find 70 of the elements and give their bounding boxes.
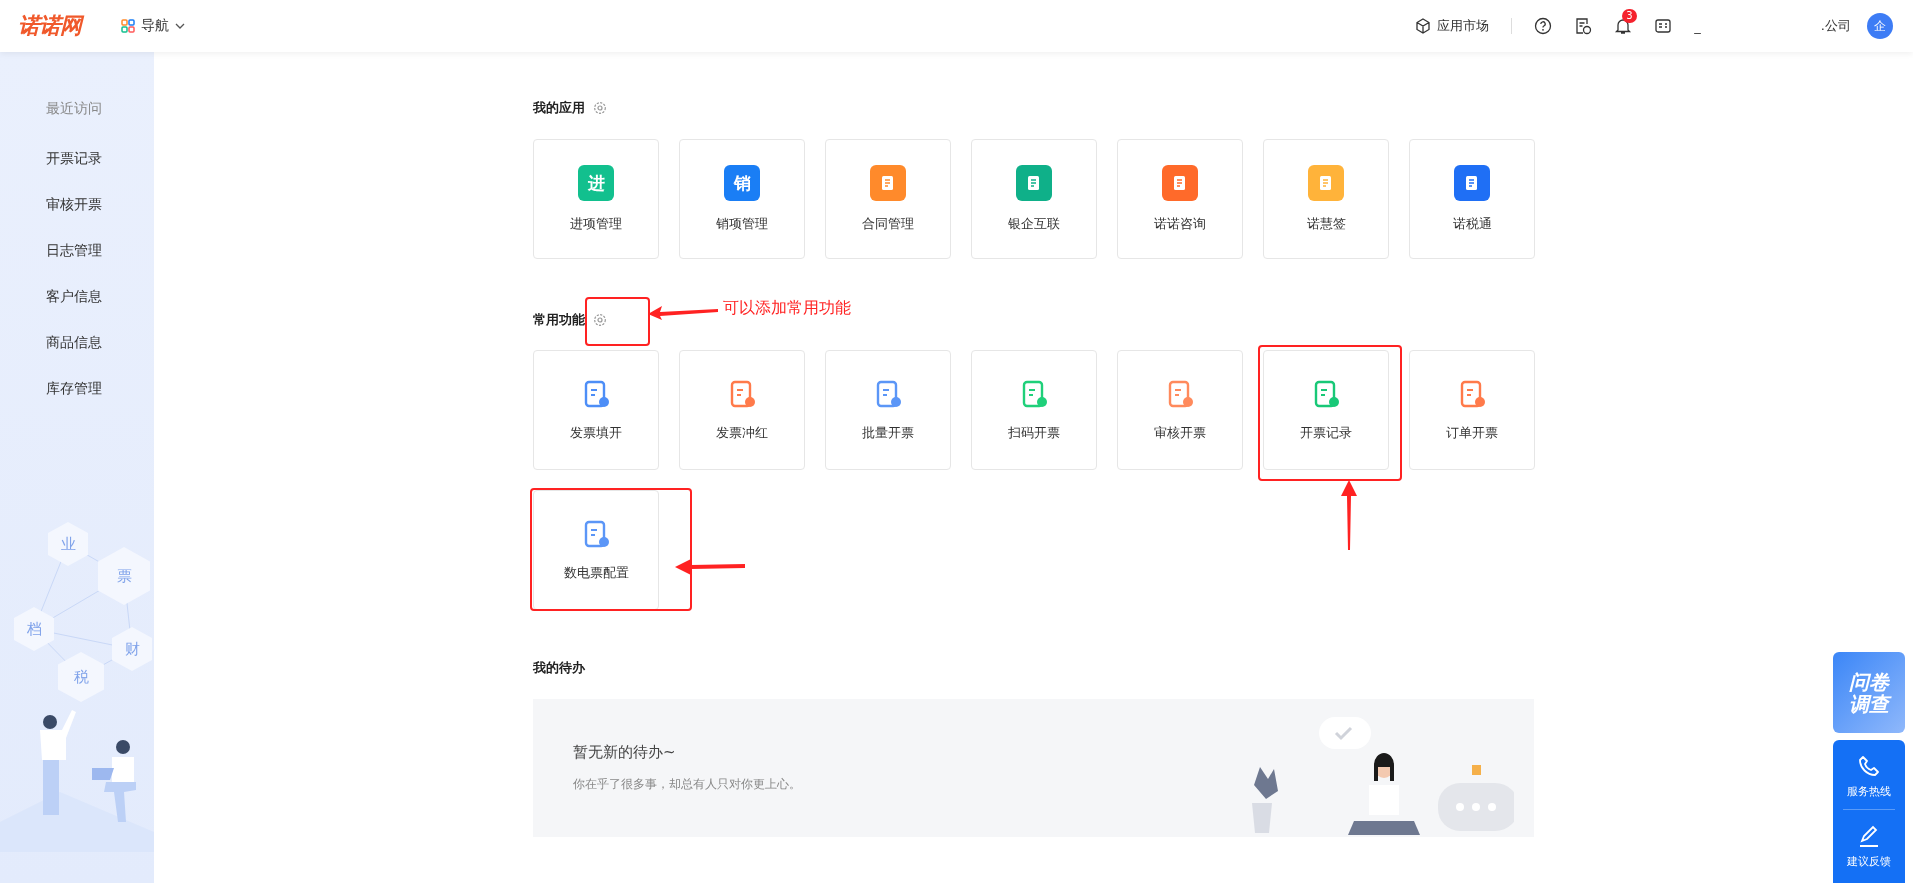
app-label: 销项管理 [716,215,768,233]
sidebar-item[interactable]: 日志管理 [46,242,102,260]
highlight-box [585,297,650,346]
sidebar-item[interactable]: 库存管理 [46,380,102,398]
function-card[interactable]: 发票冲红 [679,350,805,470]
function-label: 订单开票 [1446,424,1498,442]
app-card[interactable]: 诺慧签 [1263,139,1389,259]
sidebar-item[interactable]: 审核开票 [46,196,102,214]
hexagon-label: 财 [112,627,152,671]
empty-title: 暂无新的待办~ [573,743,677,762]
app-label: 诺诺咨询 [1154,215,1206,233]
app-label: 诺慧签 [1306,215,1346,233]
function-label: 数电票配置 [563,564,629,582]
avatar[interactable]: 企 [1867,13,1893,39]
app-market-button[interactable]: 应用市场 [1415,17,1490,35]
hexagon-label: 税 [58,652,104,702]
user-name[interactable]: _ [1694,18,1701,34]
hotline-button[interactable]: 服务热线 [1847,740,1891,809]
function-card[interactable]: 开票记录 [1263,350,1389,470]
section-title: 常用功能 [533,311,585,329]
app-icon: 进 [578,165,614,201]
function-label: 发票填开 [570,424,622,442]
grid-icon [121,19,135,33]
nav-menu-button[interactable]: 导航 [121,17,185,35]
app-card[interactable]: 销 销项管理 [679,139,805,259]
app-card[interactable]: 银企互联 [971,139,1097,259]
app-label: 进项管理 [570,215,622,233]
sidebar-title: 最近访问 [46,100,102,118]
document-clock-icon[interactable] [1574,17,1593,35]
app-card[interactable]: 进 进项管理 [533,139,659,259]
function-label: 发票冲红 [716,424,768,442]
phone-icon [1857,754,1881,778]
function-label: 开票记录 [1300,424,1352,442]
function-card[interactable]: 批量开票 [825,350,951,470]
annotation-arrow [648,304,718,320]
company-name[interactable]: .公司 [1820,17,1851,35]
id-card-icon[interactable] [1654,17,1673,35]
section-title: 我的应用 [533,99,585,117]
sidebar-item[interactable]: 开票记录 [46,150,102,168]
sidebar-item[interactable]: 商品信息 [46,334,102,352]
function-card[interactable]: 订单开票 [1409,350,1535,470]
section-title: 我的待办 [533,659,585,677]
function-card[interactable]: 发票填开 [533,350,659,470]
annotation-text: 可以添加常用功能 [723,298,851,319]
app-icon: 销 [724,165,760,201]
app-label: 诺税通 [1452,215,1492,233]
feedback-button[interactable]: 建议反馈 [1847,810,1891,879]
function-label: 批量开票 [862,424,914,442]
hexagon-label: 票 [98,547,150,605]
notification-badge: 3 [1622,9,1637,23]
pencil-icon [1857,824,1881,848]
app-card[interactable]: 合同管理 [825,139,951,259]
app-card[interactable]: 诺税通 [1409,139,1535,259]
app-label: 合同管理 [862,215,914,233]
empty-message: 你在乎了很多事，却总有人只对你更上心。 [573,776,801,793]
sidebar-item[interactable]: 客户信息 [46,288,102,306]
function-label: 审核开票 [1154,424,1206,442]
bell-icon[interactable] [1614,17,1633,35]
hexagon-label: 业 [48,522,88,566]
help-icon[interactable] [1534,17,1553,35]
function-card[interactable]: 扫码开票 [971,350,1097,470]
hexagon-label: 档 [14,607,54,651]
function-card[interactable]: 审核开票 [1117,350,1243,470]
cube-icon [1415,18,1432,34]
app-card[interactable]: 诺诺咨询 [1117,139,1243,259]
function-label: 扫码开票 [1008,424,1060,442]
app-label: 银企互联 [1008,215,1060,233]
annotation-arrow [1340,480,1358,550]
annotation-arrow [675,559,745,575]
caret-icon [175,23,185,29]
